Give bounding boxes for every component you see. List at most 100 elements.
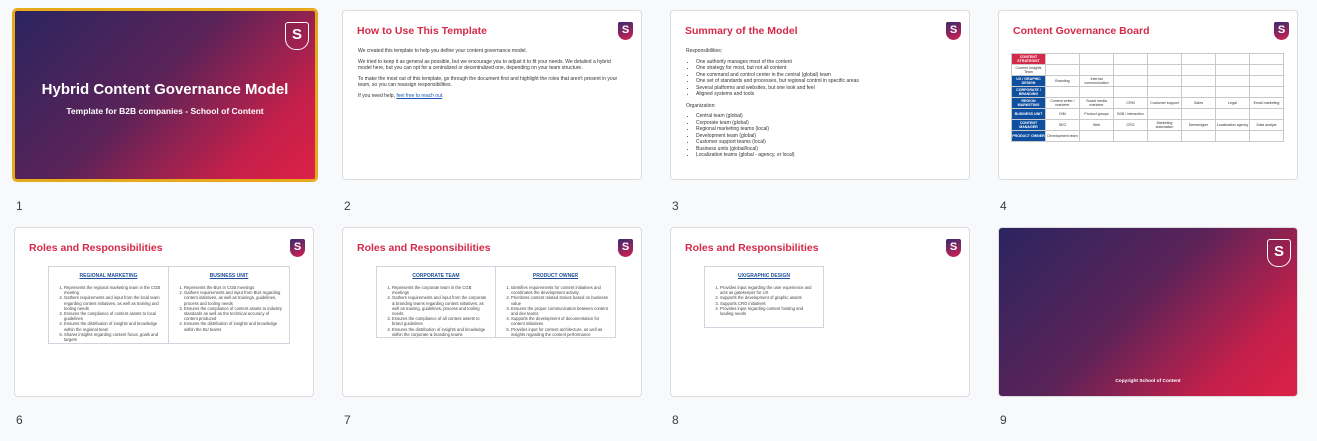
board-cell: Data analyst [1249, 119, 1284, 131]
roles-table: UX/GRAPHIC DESIGN Provides input regardi… [704, 266, 824, 328]
board-cell [1215, 108, 1250, 120]
board-cell [1181, 108, 1216, 120]
board-cell [1113, 75, 1148, 87]
list-item: Ensures the proper communication between… [511, 306, 609, 316]
role-heading: BUSINESS UNIT [209, 273, 249, 279]
board-cell [1079, 64, 1114, 76]
board-cell [1045, 64, 1080, 76]
slide-number: 3 [672, 199, 679, 213]
governance-board-table: CONTENT STRATEGIST Content Insights Team U… [1011, 53, 1284, 142]
table-row: CONTENT MANAGER SEO Web CRO Marketing automa… [1011, 119, 1284, 131]
board-cell: CRO [1113, 119, 1148, 131]
school-of-content-logo-icon: S [618, 22, 633, 40]
school-of-content-logo-icon: S [1267, 239, 1291, 267]
board-cell: Marketing automation [1147, 119, 1182, 131]
board-row-label: PRODUCT OWNER [1011, 130, 1046, 142]
paragraph: We tried to keep it as general as possib… [358, 58, 611, 72]
board-cell [1147, 64, 1182, 76]
slide-title: Roles and Responsibilities [29, 242, 163, 254]
role-list: Represents the regional marketing team i… [55, 285, 162, 342]
board-cell [1215, 130, 1250, 142]
list-item: Aligned systems and tools [696, 91, 951, 98]
board-cell [1249, 53, 1284, 65]
help-text: If you need help, [358, 92, 397, 99]
slide-subtitle: Template for B2B companies - School of C… [66, 106, 264, 116]
role-list: Provides input regarding the user experi… [711, 285, 817, 316]
board-cell: Legal [1215, 97, 1250, 109]
board-row-label: CONTENT STRATEGIST [1011, 53, 1046, 65]
board-cell: Localization agency [1215, 119, 1250, 131]
role-list: Represents the corporate team in the CGB… [383, 285, 489, 337]
list-item: Ensures the compliance of all content as… [392, 316, 489, 326]
role-heading: PRODUCT OWNER [532, 273, 579, 279]
roles-table: CORPORATE TEAM Represents the corporate … [376, 266, 616, 338]
board-cell: Internal communication [1079, 75, 1114, 87]
board-cell [1147, 130, 1182, 142]
board-cell: Customer support [1147, 97, 1182, 109]
list-item: Shares insights regarding content focus,… [64, 332, 162, 342]
board-row-label: REGION MARKETING [1011, 97, 1046, 109]
table-row: BUSINESS UNIT DIM Product groups B2B / inte… [1011, 108, 1284, 120]
paragraph: We created this template to help you def… [358, 48, 527, 54]
board-cell [1249, 108, 1284, 120]
board-cell: SEO [1045, 119, 1080, 131]
board-row-label: CONTENT MANAGER [1011, 119, 1046, 131]
paragraph: To make the most out of this template, g… [358, 75, 618, 89]
board-cell [1079, 130, 1114, 142]
list-item: Ensures the compliance of content assets… [64, 311, 162, 321]
board-cell: Development team [1045, 130, 1080, 142]
board-cell [1079, 86, 1114, 98]
table-row: CORPORATE / BRANDING [1011, 86, 1284, 98]
board-cell: Product groups [1079, 108, 1114, 120]
slide-number: 1 [16, 199, 23, 213]
board-row-label: UX / GRAPHIC DESIGN [1011, 75, 1046, 87]
slide-number: 7 [344, 413, 351, 427]
slide-title: Roles and Responsibilities [357, 242, 491, 254]
board-cell: Demandgen [1181, 119, 1216, 131]
list-item: Represents the corporate team in the CGB… [392, 285, 489, 295]
board-cell [1215, 86, 1250, 98]
role-heading: CORPORATE TEAM [412, 273, 460, 279]
organization-heading: Organization: [686, 102, 716, 109]
board-cell: Social media marketer [1079, 97, 1114, 109]
board-cell [1147, 86, 1182, 98]
board-cell [1249, 75, 1284, 87]
board-cell [1113, 86, 1148, 98]
role-heading: REGIONAL MARKETING [79, 273, 138, 279]
list-item: Provides input for content architecture,… [511, 327, 609, 337]
table-row: Content Insights Team [1011, 64, 1284, 76]
board-cell: Email marketing [1249, 97, 1284, 109]
slide-title: Summary of the Model [685, 25, 798, 37]
roles-table: REGIONAL MARKETING Represents the region… [48, 266, 290, 344]
list-item: Prioritizes content related stories base… [511, 295, 609, 305]
board-cell: Content writer / marketer [1045, 97, 1080, 109]
board-cell [1249, 86, 1284, 98]
help-link[interactable]: feel free to reach out [396, 93, 442, 99]
copyright-text: Copyright School of Content [1115, 379, 1181, 384]
slide-number: 6 [16, 413, 23, 427]
school-of-content-logo-icon: S [946, 22, 961, 40]
organization-list: Central team (global)Corporate team (glo… [686, 113, 951, 159]
list-item: Identifies requirements for content init… [511, 285, 609, 295]
board-cell [1147, 53, 1182, 65]
school-of-content-logo-icon: S [618, 239, 633, 257]
slide-title: Hybrid Content Governance Model [41, 81, 289, 98]
board-cell [1181, 86, 1216, 98]
board-cell: CRM [1113, 97, 1148, 109]
list-item: Ensures the compliance of content assets… [184, 306, 283, 322]
board-cell [1045, 53, 1080, 65]
slide-number: 9 [1000, 413, 1007, 427]
board-cell: Web [1079, 119, 1114, 131]
board-cell [1147, 108, 1182, 120]
list-item: Gathers requirements and input from the … [392, 295, 489, 316]
responsibilities-list: One authority manages most of the conten… [686, 59, 951, 98]
board-cell [1215, 64, 1250, 76]
board-cell [1045, 86, 1080, 98]
board-cell [1147, 75, 1182, 87]
list-item: Gathers requirements and input from BUs … [184, 290, 283, 306]
board-cell [1113, 53, 1148, 65]
board-cell: Branding [1045, 75, 1080, 87]
board-cell [1079, 53, 1114, 65]
school-of-content-logo-icon: S [946, 239, 961, 257]
table-row: PRODUCT OWNER Development team [1011, 130, 1284, 142]
